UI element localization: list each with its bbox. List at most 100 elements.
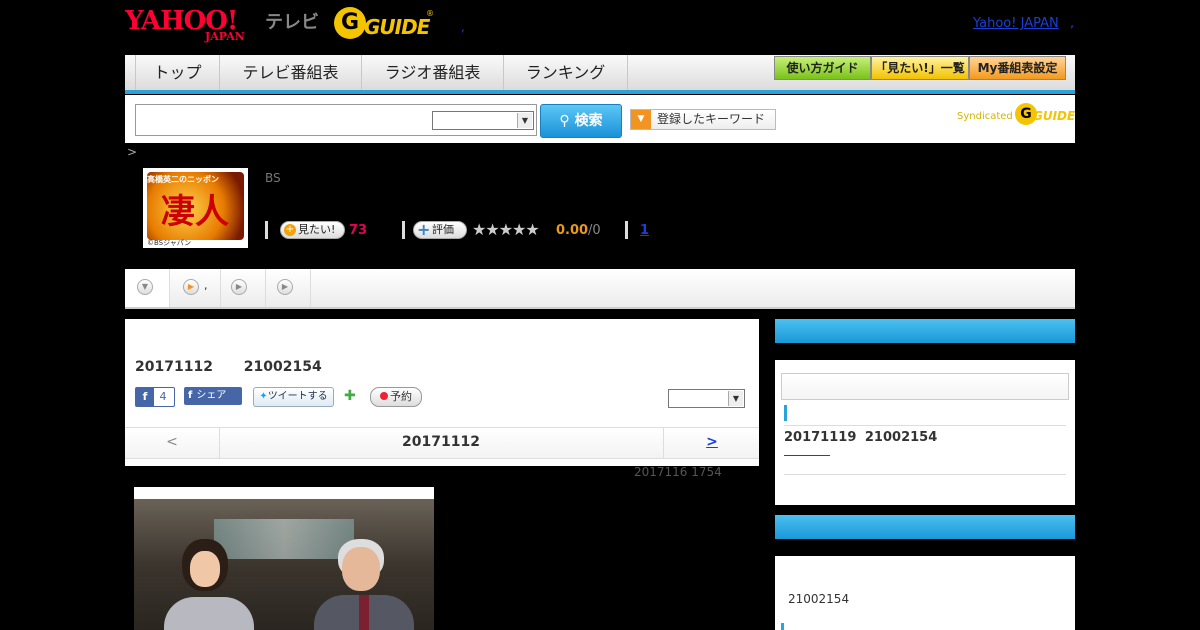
sidebar-box xyxy=(781,373,1069,400)
tab-2-label: , xyxy=(204,279,208,292)
breadcrumb[interactable]: > xyxy=(127,145,137,159)
episode-panel: 20171112 21002154 f4 f シェア ✦ツイートする ✚ 予約 ▼… xyxy=(125,319,759,466)
tab-2[interactable]: ▶ , xyxy=(170,269,221,307)
accent-bar xyxy=(781,623,784,630)
nav-ranking[interactable]: ランキング xyxy=(504,55,628,90)
program-thumbnail: 高橋英二のニッポン 凄人 ©BSジャパン xyxy=(143,168,248,248)
episode-datetime: 20171112 21002154 xyxy=(135,359,322,375)
syndicated-guide: GUIDE xyxy=(1033,109,1076,123)
search-icon: ⚲ xyxy=(559,113,575,129)
yahoo-japan-link[interactable]: Yahoo! JAPAN xyxy=(973,16,1059,31)
rating-total: /0 xyxy=(588,223,601,238)
my-schedule-settings-button[interactable]: My番組表設定 xyxy=(969,56,1066,80)
facebook-like-button[interactable]: f4 xyxy=(135,387,175,407)
mitai-list-button[interactable]: 「見たい!」一覧 xyxy=(871,56,969,80)
rate-label: 評価 xyxy=(432,223,454,236)
main-navigation: トップ テレビ番組表 ラジオ番組表 ランキング 使い方ガイド 「見たい!」一覧 … xyxy=(125,55,1075,94)
syndicated-gguide-logo: Syndicated G GUIDE xyxy=(957,103,1075,129)
search-button[interactable]: ⚲ 検索 xyxy=(540,104,622,138)
chevron-down-icon: ▼ xyxy=(728,391,743,406)
yahoo-logo-japan: JAPAN xyxy=(205,30,245,43)
rating-stars: ★★★★★ xyxy=(472,220,540,239)
gguide-registered: ® xyxy=(426,9,434,18)
nav-left-edge xyxy=(125,55,136,90)
facebook-share-button[interactable]: f シェア xyxy=(184,387,242,405)
nav-top[interactable]: トップ xyxy=(136,55,220,90)
reserve-label: 予約 xyxy=(390,390,412,403)
gguide-g: G xyxy=(334,7,366,39)
date-navigation: < 20171112 > xyxy=(125,427,759,459)
sidebar-section-2-text: 21002154 xyxy=(788,592,850,606)
nav-radio-schedule[interactable]: ラジオ番組表 xyxy=(362,55,504,90)
facebook-like-count: 4 xyxy=(159,390,167,403)
sidebar-link[interactable] xyxy=(784,455,830,456)
thumbnail-caption: ©BSジャパン xyxy=(147,239,192,247)
rating-score: 0.00 xyxy=(556,223,589,238)
facebook-icon: f xyxy=(136,388,154,406)
tweet-button[interactable]: ✦ツイートする xyxy=(253,387,334,407)
tweet-label: ツイートする xyxy=(267,391,328,402)
twitter-bird-icon: ✦ xyxy=(259,391,268,402)
mitai-label: 見たい! xyxy=(298,223,336,236)
search-bar: ▼ ⚲ 検索 ▼ 登録したキーワード Syndicated G GUIDE xyxy=(125,95,1075,143)
nav-tv-schedule[interactable]: テレビ番組表 xyxy=(220,55,362,90)
triangle-down-icon: ▼ xyxy=(631,110,651,129)
play-icon: ▶ xyxy=(183,279,199,295)
sidebar-title-band xyxy=(775,343,1075,360)
reserve-button[interactable]: 予約 xyxy=(370,387,422,407)
photo-person-right xyxy=(314,539,414,630)
divider xyxy=(625,221,628,239)
header-trailing-separator: , xyxy=(1070,16,1075,31)
program-tabs: ▼ ▶ , ▶ ▶ xyxy=(125,269,1075,309)
add-bookmark-icon[interactable]: ✚ xyxy=(344,389,358,403)
channel-label: BS xyxy=(265,171,281,185)
mitai-count: 73 xyxy=(349,223,368,238)
previous-date-button[interactable]: < xyxy=(125,428,220,458)
divider xyxy=(265,221,268,239)
review-count-link[interactable]: 1 xyxy=(640,223,649,238)
sidebar-next-broadcast: 20171119 21002154 xyxy=(775,319,1075,505)
syndicated-text: Syndicated xyxy=(957,111,1013,122)
usage-guide-button[interactable]: 使い方ガイド xyxy=(774,56,871,80)
tab-3[interactable]: ▶ xyxy=(221,269,266,307)
photo-person-left xyxy=(164,539,254,630)
tab-1[interactable]: ▼ xyxy=(125,269,170,307)
search-category-select[interactable]: ▼ xyxy=(432,111,534,130)
chevron-down-icon: ▼ xyxy=(137,279,153,295)
photo-background xyxy=(134,499,434,630)
sidebar-title-band xyxy=(775,539,1075,556)
sidebar-header xyxy=(775,515,1075,539)
play-icon: ▶ xyxy=(231,279,247,295)
facebook-icon: f xyxy=(188,390,193,401)
sidebar-header xyxy=(775,319,1075,343)
tab-4[interactable]: ▶ xyxy=(266,269,311,307)
search-button-label: 検索 xyxy=(574,113,603,129)
mitai-button[interactable]: + 見たい! xyxy=(280,221,345,239)
recorder-select[interactable]: ▼ xyxy=(668,389,745,408)
next-date-button[interactable]: > xyxy=(663,428,760,458)
registered-keywords-button[interactable]: ▼ 登録したキーワード xyxy=(630,109,776,130)
rate-button[interactable]: + 評価 xyxy=(413,221,467,239)
plus-icon: + xyxy=(417,220,431,239)
sidebar-section-2: 21002154 xyxy=(775,515,1075,630)
episode-photo xyxy=(134,487,434,630)
play-icon: ▶ xyxy=(277,279,293,295)
registered-keywords-label: 登録したキーワード xyxy=(657,112,766,126)
next-broadcast-item[interactable]: 20171119 21002154 xyxy=(784,430,937,445)
thumbnail-kanji: 凄人 xyxy=(161,192,229,232)
header-separator: , xyxy=(461,20,465,34)
tv-logo-text: テレビ xyxy=(265,12,319,33)
current-date: 20171112 xyxy=(402,434,480,450)
chevron-down-icon: ▼ xyxy=(517,113,532,128)
gguide-text: GUIDE xyxy=(364,15,430,39)
accent-bar xyxy=(784,405,787,421)
gguide-logo[interactable]: G GUIDE ® xyxy=(334,7,434,41)
divider xyxy=(784,425,1066,426)
updated-timestamp: 2017116 1754 xyxy=(634,465,722,479)
share-label: シェア xyxy=(196,390,227,401)
plus-icon: + xyxy=(284,224,296,236)
divider xyxy=(784,474,1066,475)
record-dot-icon xyxy=(380,392,388,400)
divider xyxy=(402,221,405,239)
yahoo-japan-logo[interactable]: YAHOO! JAPAN xyxy=(125,6,265,43)
